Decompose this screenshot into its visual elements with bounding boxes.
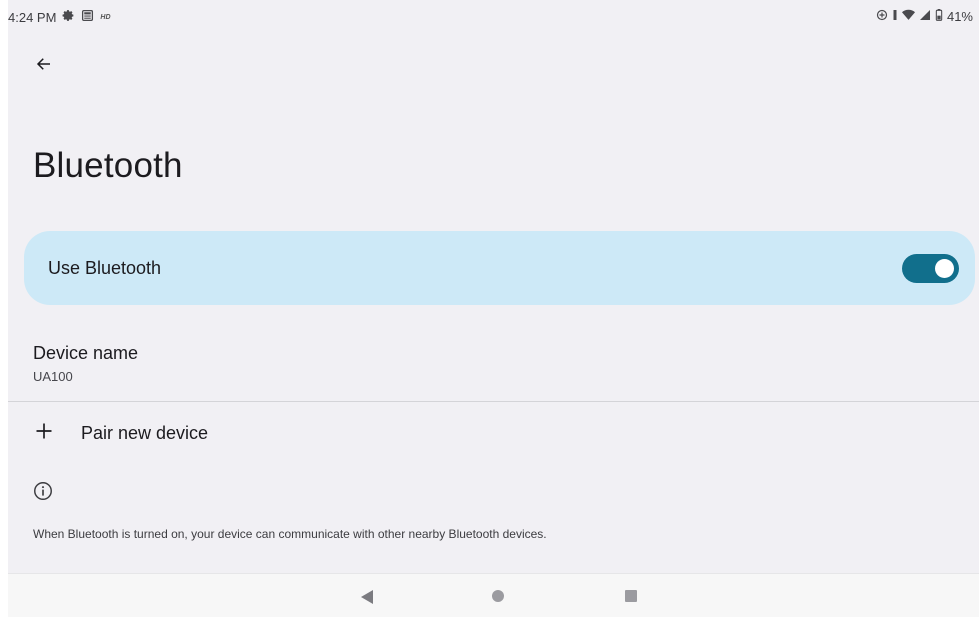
- settings-gear-icon: [62, 9, 75, 25]
- use-bluetooth-label: Use Bluetooth: [48, 258, 162, 278]
- back-button[interactable]: [30, 50, 58, 78]
- device-name-title: Device name: [33, 343, 139, 363]
- device-name-value: UA100: [33, 369, 73, 384]
- settings-screen: 4:24 PM HD 41% Bluetooth Use Bluetooth D…: [8, 0, 979, 617]
- battery-icon: [935, 9, 943, 24]
- switch-thumb: [935, 259, 954, 278]
- battery-percent: 41%: [946, 9, 973, 24]
- back-arrow-icon: [36, 58, 50, 70]
- cellular-signal-icon: [919, 9, 931, 24]
- status-left: 4:24 PM HD: [8, 9, 111, 25]
- page-title: Bluetooth: [33, 146, 183, 185]
- data-saver-icon: [876, 9, 888, 24]
- vibrate-icon: [892, 9, 898, 24]
- bluetooth-info-text: When Bluetooth is turned on, your device…: [33, 527, 547, 541]
- bluetooth-switch[interactable]: [902, 254, 959, 283]
- pair-new-device-label: Pair new device: [81, 423, 209, 443]
- plus-icon: [36, 423, 52, 439]
- home-circle-icon[interactable]: [492, 590, 504, 602]
- info-icon: [34, 482, 52, 500]
- navigation-bar: [8, 573, 979, 617]
- status-right: 41%: [876, 9, 973, 24]
- hd-badge: HD: [100, 13, 111, 21]
- recents-square-icon[interactable]: [625, 590, 637, 602]
- wifi-icon: [901, 9, 915, 24]
- status-time: 4:24 PM: [8, 9, 57, 25]
- status-bar: 4:24 PM HD 41%: [8, 0, 979, 32]
- device-name-row[interactable]: Device name UA100: [8, 330, 979, 400]
- back-triangle-icon[interactable]: [361, 590, 373, 604]
- divider: [8, 401, 979, 402]
- use-bluetooth-toggle-row[interactable]: Use Bluetooth: [24, 231, 975, 305]
- notification-news-icon: [81, 9, 94, 25]
- pair-new-device-row[interactable]: Pair new device: [8, 404, 979, 462]
